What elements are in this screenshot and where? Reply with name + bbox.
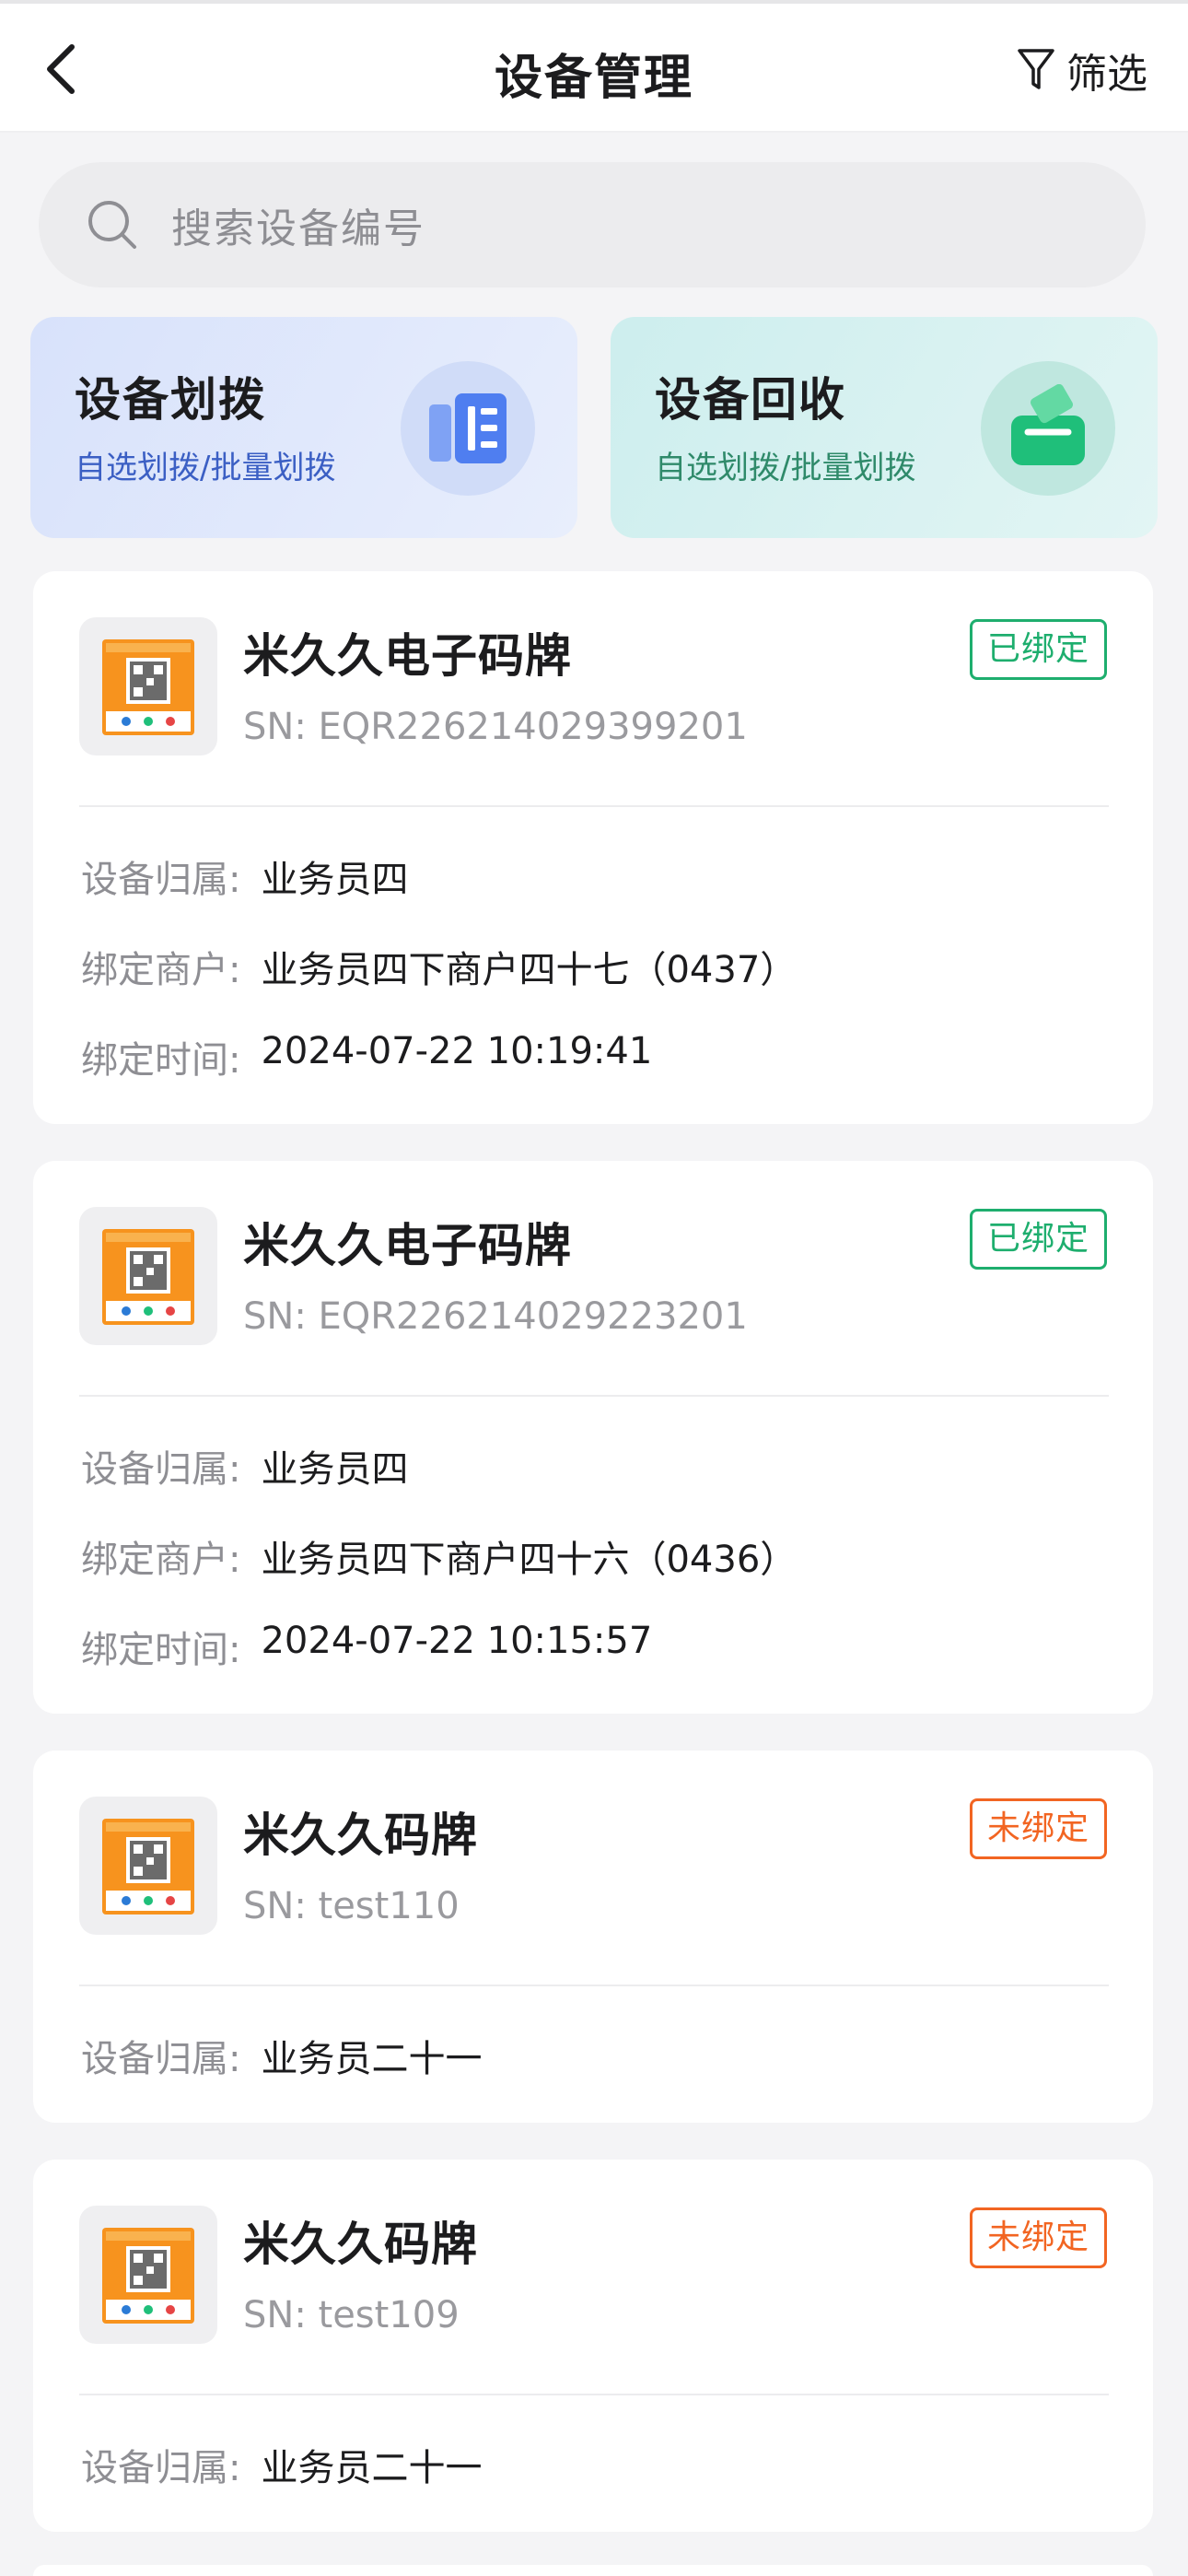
- nav-bar: 设备管理 筛选: [0, 4, 1188, 133]
- owner-value: 业务员二十一: [261, 2038, 483, 2080]
- merchant-label: 绑定商户:: [81, 1539, 241, 1581]
- merchant-value: 业务员四下商户四十七（0437）: [261, 949, 798, 991]
- device-card[interactable]: 米久久码牌 SN: test109 未绑定 设备归属: 业务员二十一: [33, 2160, 1153, 2532]
- device-card[interactable]: [33, 2565, 1153, 2576]
- merchant-label: 绑定商户:: [81, 949, 241, 991]
- status-badge: 已绑定: [969, 1209, 1107, 1270]
- status-badge: 已绑定: [969, 619, 1107, 680]
- device-card[interactable]: 米久久电子码牌 SN: EQR226214029399201 已绑定 设备归属:…: [33, 571, 1153, 1124]
- device-name: 米久久电子码牌: [243, 1219, 572, 1272]
- status-badge: 未绑定: [969, 2207, 1107, 2268]
- owner-label: 设备归属:: [81, 859, 241, 901]
- device-name: 米久久码牌: [243, 2218, 478, 2271]
- filter-label: 筛选: [1066, 51, 1147, 98]
- device-sn: SN: EQR226214029399201: [243, 706, 748, 748]
- time-row: 绑定时间: 2024-07-22 10:15:57: [81, 1620, 652, 1673]
- divider: [79, 805, 1109, 807]
- owner-value: 业务员四: [261, 859, 409, 901]
- time-label: 绑定时间:: [81, 1629, 241, 1671]
- merchant-value: 业务员四下商户四十六（0436）: [261, 1539, 798, 1581]
- qr-plate-icon: [102, 2228, 194, 2324]
- owner-value: 业务员四: [261, 1448, 409, 1491]
- owner-value: 业务员二十一: [261, 2447, 483, 2489]
- divider: [79, 1395, 1109, 1397]
- device-thumbnail: [79, 2206, 217, 2344]
- device-recycle-card[interactable]: 设备回收 自选划拨/批量划拨: [611, 317, 1158, 538]
- divider: [79, 2394, 1109, 2395]
- search-input[interactable]: 搜索设备编号: [39, 162, 1146, 287]
- owner-row: 设备归属: 业务员二十一: [81, 2029, 482, 2082]
- device-sn: SN: test110: [243, 1885, 460, 1927]
- list-icon: [401, 361, 535, 496]
- search-icon: [88, 201, 136, 249]
- device-card[interactable]: 米久久码牌 SN: test110 未绑定 设备归属: 业务员二十一: [33, 1751, 1153, 2123]
- owner-row: 设备归属: 业务员四: [81, 849, 408, 903]
- allocate-title: 设备划拨: [75, 373, 266, 427]
- page-title: 设备管理: [494, 51, 693, 106]
- time-label: 绑定时间:: [81, 1039, 241, 1082]
- divider: [79, 1985, 1109, 1986]
- device-allocate-card[interactable]: 设备划拨 自选划拨/批量划拨: [30, 317, 577, 538]
- time-row: 绑定时间: 2024-07-22 10:19:41: [81, 1030, 652, 1083]
- owner-row: 设备归属: 业务员四: [81, 1439, 408, 1493]
- owner-label: 设备归属:: [81, 1448, 241, 1491]
- device-thumbnail: [79, 1797, 217, 1935]
- merchant-row: 绑定商户: 业务员四下商户四十六（0436）: [81, 1529, 797, 1583]
- merchant-row: 绑定商户: 业务员四下商户四十七（0437）: [81, 940, 797, 993]
- device-card[interactable]: 米久久电子码牌 SN: EQR226214029223201 已绑定 设备归属:…: [33, 1161, 1153, 1714]
- allocate-subtitle: 自选划拨/批量划拨: [75, 450, 336, 486]
- owner-row: 设备归属: 业务员二十一: [81, 2438, 482, 2491]
- device-thumbnail: [79, 617, 217, 755]
- filter-button[interactable]: 筛选: [1017, 41, 1147, 100]
- filter-icon: [1018, 49, 1054, 89]
- recycle-subtitle: 自选划拨/批量划拨: [655, 450, 916, 486]
- owner-label: 设备归属:: [81, 2447, 241, 2489]
- device-name: 米久久电子码牌: [243, 629, 572, 683]
- qr-plate-icon: [102, 639, 194, 735]
- search-placeholder: 搜索设备编号: [171, 205, 425, 252]
- qr-plate-icon: [102, 1819, 194, 1914]
- device-sn: SN: EQR226214029223201: [243, 1295, 748, 1338]
- time-value: 2024-07-22 10:15:57: [261, 1620, 653, 1662]
- device-name: 米久久码牌: [243, 1809, 478, 1862]
- recycle-box-icon: [981, 361, 1115, 496]
- status-badge: 未绑定: [969, 1798, 1107, 1859]
- recycle-title: 设备回收: [655, 373, 846, 427]
- owner-label: 设备归属:: [81, 2038, 241, 2080]
- qr-plate-icon: [102, 1229, 194, 1325]
- device-thumbnail: [79, 1207, 217, 1345]
- time-value: 2024-07-22 10:19:41: [261, 1030, 653, 1072]
- device-sn: SN: test109: [243, 2294, 460, 2336]
